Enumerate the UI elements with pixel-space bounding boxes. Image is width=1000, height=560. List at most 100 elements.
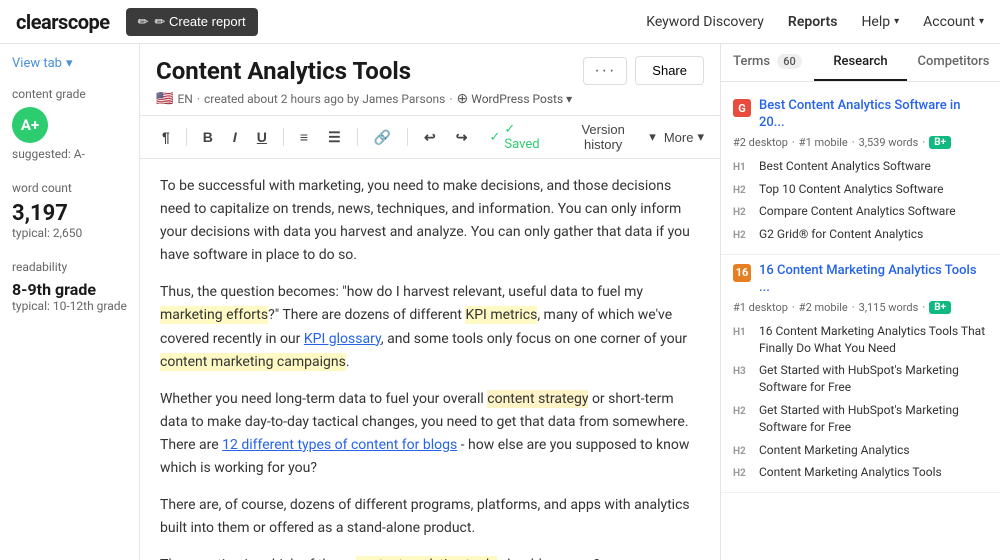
flag-icon: 🇺🇸 [156,91,173,107]
competitor-1-title[interactable]: Best Content Analytics Software in 20... [759,98,988,132]
editor-paragraph-2: Thus, the question becomes: "how do I ha… [160,281,700,373]
unordered-list-button[interactable]: ☰ [322,126,347,149]
editor-paragraph-4: There are, of course, dozens of differen… [160,494,700,540]
doc-title-row: Content Analytics Tools ··· Share [156,56,704,85]
tab-competitors[interactable]: Competitors [907,44,1000,81]
create-report-label: ✏ Create report [154,14,245,30]
more-button[interactable]: More ▾ [664,129,704,145]
readability-typical: typical: 10-12th grade [12,299,127,313]
research-list: G Best Content Analytics Software in 20.… [721,82,1000,560]
top-nav: clearscope ✏ ✏ Create report Keyword Dis… [0,0,1000,44]
heading-item: H2 Content Marketing Analytics Tools [733,461,988,484]
word-count-label: word count [12,181,127,195]
undo-button[interactable]: ↩ [418,126,442,149]
sidebar: View tab ▾ content grade A+ suggested: A… [0,44,140,560]
readability-section: readability 8-9th grade typical: 10-12th… [12,260,127,313]
heading-item: H3 Get Started with HubSpot's Marketing … [733,359,988,399]
nav-keyword-discovery[interactable]: Keyword Discovery [646,14,764,30]
doc-header: Content Analytics Tools ··· Share 🇺🇸 EN … [140,44,720,116]
word-count-section: word count 3,197 typical: 2,650 [12,181,127,240]
highlight-content-marketing: content marketing campaigns [160,353,346,371]
competitor-2-grade: B+ [929,301,951,314]
heading-item: H2 Top 10 Content Analytics Software [733,178,988,201]
meta-created: created about 2 hours ago by James Parso… [204,92,445,106]
share-button[interactable]: Share [635,56,704,85]
toolbar-separator-1 [186,128,187,146]
meta-wp: WordPress Posts [471,92,563,106]
tab-terms[interactable]: Terms 60 [721,44,814,81]
right-panel: Terms 60 Research Competitors G Best Con… [720,44,1000,560]
competitor-item-2: 16 16 Content Marketing Analytics Tools … [721,255,1000,493]
nav-account[interactable]: Account ▾ [923,14,984,30]
wp-icon: ⊕ [457,91,469,107]
create-report-icon: ✏ [138,14,149,30]
paragraph-button[interactable]: ¶ [156,126,176,148]
highlight-content-analytics-tools: content analytics tools [356,556,497,560]
create-report-button[interactable]: ✏ ✏ Create report [126,8,258,36]
more-options-button[interactable]: ··· [583,57,627,85]
right-panel-tabs: Terms 60 Research Competitors [721,44,1000,82]
toolbar-separator-2 [283,128,284,146]
wordpress-badge[interactable]: ⊕ WordPress Posts ▾ [457,91,573,107]
competitor-1-headings: H1 Best Content Analytics Software H2 To… [733,155,988,246]
nav-left: clearscope ✏ ✏ Create report [16,8,258,36]
content-grade-label: content grade [12,87,127,101]
main-layout: View tab ▾ content grade A+ suggested: A… [0,44,1000,560]
heading-item: H1 16 Content Marketing Analytics Tools … [733,320,988,360]
competitor-2-headings: H1 16 Content Marketing Analytics Tools … [733,320,988,484]
competitor-2-icon: 16 [733,264,751,282]
readability-value: 8-9th grade [12,280,127,299]
editor-paragraph-5: The question is, which of these content … [160,554,700,560]
nav-right: Keyword Discovery Reports Help ▾ Account… [646,14,984,30]
word-count-typical: typical: 2,650 [12,226,127,240]
version-caret-icon: ▾ [649,129,656,145]
competitor-1-meta: #2 desktop · #1 mobile · 3,539 words · B… [733,136,988,149]
wp-dropdown-icon: ▾ [566,92,572,106]
competitor-item-1: G Best Content Analytics Software in 20.… [721,90,1000,255]
bold-button[interactable]: B [197,126,219,148]
competitor-2-header: 16 16 Content Marketing Analytics Tools … [733,263,988,297]
competitor-2-title[interactable]: 16 Content Marketing Analytics Tools ... [759,263,988,297]
heading-item: H2 Content Marketing Analytics [733,439,988,462]
toolbar-separator-4 [407,128,408,146]
competitor-1-grade: B+ [929,136,951,149]
ordered-list-button[interactable]: ≡ [294,126,314,148]
content-area: Content Analytics Tools ··· Share 🇺🇸 EN … [140,44,720,560]
nav-reports[interactable]: Reports [788,14,838,30]
doc-meta: 🇺🇸 EN · created about 2 hours ago by Jam… [156,91,704,107]
editor-paragraph-3: Whether you need long-term data to fuel … [160,388,700,480]
version-history-button[interactable]: Version history ▾ [561,122,656,152]
grade-badge: A+ [12,107,48,143]
more-caret-icon: ▾ [697,129,704,145]
underline-button[interactable]: U [251,126,273,148]
italic-button[interactable]: I [227,126,243,148]
tab-research[interactable]: Research [814,44,907,81]
account-caret-icon: ▾ [979,16,984,27]
heading-item: H2 G2 Grid® for Content Analytics [733,223,988,246]
redo-button[interactable]: ↪ [450,126,474,149]
view-tab-caret-icon: ▾ [66,56,73,71]
meta-lang: EN [177,92,192,106]
editor-paragraph-1: To be successful with marketing, you nee… [160,175,700,267]
heading-item: H2 Compare Content Analytics Software [733,200,988,223]
heading-item: H1 Best Content Analytics Software [733,155,988,178]
link-content-types[interactable]: 12 different types of content for blogs [222,437,457,453]
highlight-kpi-metrics: KPI metrics [465,306,537,324]
toolbar-separator-3 [357,128,358,146]
help-caret-icon: ▾ [894,16,899,27]
link-kpi-glossary[interactable]: KPI glossary [304,331,381,347]
view-tab-button[interactable]: View tab ▾ [12,56,127,71]
doc-title: Content Analytics Tools [156,57,411,85]
competitor-1-header: G Best Content Analytics Software in 20.… [733,98,988,132]
toolbar: ¶ B I U ≡ ☰ 🔗 ↩ ↪ ✓ ✓ Saved Version hist… [140,116,720,159]
nav-help[interactable]: Help ▾ [861,14,899,30]
word-count-value: 3,197 [12,201,127,226]
link-button[interactable]: 🔗 [368,126,397,149]
terms-badge: 60 [777,54,802,69]
heading-item: H2 Get Started with HubSpot's Marketing … [733,399,988,439]
doc-title-actions: ··· Share [583,56,704,85]
editor-area[interactable]: To be successful with marketing, you nee… [140,159,720,560]
competitor-2-meta: #1 desktop · #2 mobile · 3,115 words · B… [733,301,988,314]
readability-label: readability [12,260,127,274]
suggested-grade: suggested: A- [12,147,127,161]
